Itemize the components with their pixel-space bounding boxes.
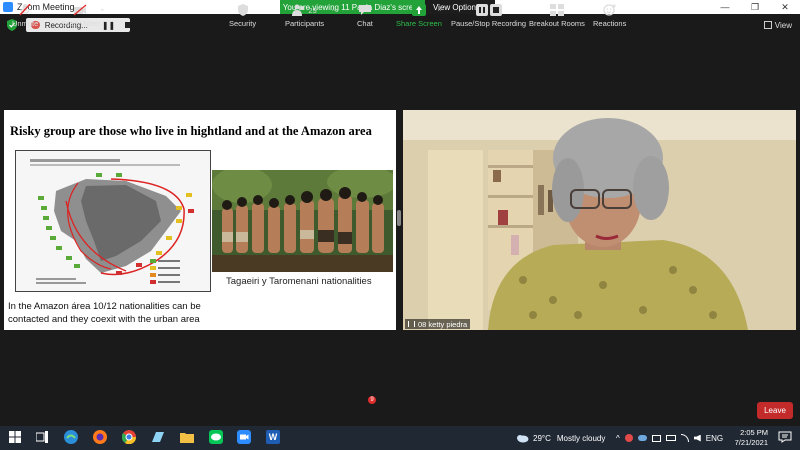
video-off-icon — [74, 4, 87, 16]
video-options-caret[interactable]: ^ — [101, 9, 104, 15]
notifications-icon[interactable] — [778, 431, 792, 443]
notes-app-icon[interactable] — [151, 431, 165, 443]
group-photo-illustration — [212, 170, 393, 272]
meeting-toolbar — [0, 393, 800, 426]
maximize-button[interactable]: ❐ — [740, 0, 770, 14]
participant-name-tag: 08 ketty piedra — [405, 319, 471, 329]
speaker-video-tile[interactable]: 08 ketty piedra — [403, 110, 796, 330]
taskbar-clock[interactable]: 2:05 PM 7/21/2021 — [735, 428, 768, 448]
battery-icon[interactable] — [665, 435, 676, 441]
window-controls: — ❐ ✕ — [710, 0, 800, 14]
muted-microphone-icon — [19, 4, 31, 16]
participants-options-caret[interactable]: ^ — [332, 9, 335, 15]
participant-name: 08 ketty piedra — [418, 319, 468, 329]
participants-icon-group: 29 — [288, 4, 322, 16]
reactions-label: Reactions — [593, 19, 627, 28]
share-screen-icon — [411, 4, 426, 16]
chat-unread-badge: 9 — [368, 396, 376, 404]
system-tray: ^ ENG — [616, 426, 723, 450]
pause-stop-recording-button[interactable]: Pause/Stop Recording — [451, 4, 526, 28]
security-button[interactable]: Security — [229, 4, 256, 28]
stop-recording-icon[interactable] — [125, 22, 130, 28]
line-app-icon[interactable] — [209, 430, 223, 444]
gallery-grid-icon — [763, 21, 772, 29]
minimize-button[interactable]: — — [710, 0, 740, 14]
breakout-rooms-button[interactable]: Breakout Rooms — [529, 4, 585, 28]
wifi-icon[interactable] — [680, 434, 689, 442]
leave-meeting-button[interactable]: Leave — [757, 402, 793, 419]
stop-icon — [489, 4, 502, 16]
edge-browser-icon[interactable] — [64, 430, 78, 444]
network-monitor-icon[interactable] — [651, 434, 661, 442]
weather-temperature: 29°C — [533, 433, 551, 443]
cloud-weather-icon — [517, 435, 529, 443]
weather-description: Mostly cloudy — [556, 433, 606, 443]
map-illustration — [16, 151, 210, 291]
view-button-label: View — [774, 20, 792, 30]
chat-button[interactable]: Chat — [357, 4, 373, 28]
pause-icon — [475, 4, 488, 16]
photo-caption: Tagaeiri y Taromenani nationalities — [226, 276, 372, 287]
start-video-label: Start Video — [62, 19, 99, 28]
zoom-taskbar-icon[interactable] — [237, 430, 251, 444]
speaker-volume-icon[interactable] — [693, 434, 701, 442]
chat-bubble-icon — [358, 5, 371, 15]
indigenous-group-photo — [212, 170, 393, 272]
recording-controls-icon — [475, 4, 503, 16]
share-screen-label: Share Screen — [396, 19, 442, 28]
share-screen-button[interactable]: Share Screen — [396, 4, 442, 28]
firefox-icon[interactable] — [93, 430, 107, 444]
unmute-label: Unmute — [12, 19, 39, 28]
slide-body-text: In the Amazon área 10/12 nationalities c… — [8, 301, 201, 325]
people-icon — [292, 4, 305, 16]
participants-button[interactable]: 29 Participants — [285, 4, 324, 28]
breakout-rooms-icon — [549, 4, 564, 16]
share-options-caret[interactable]: ^ — [438, 9, 441, 15]
onedrive-cloud-icon[interactable] — [637, 435, 647, 441]
antivirus-tray-icon[interactable] — [624, 434, 633, 442]
participants-label: Participants — [285, 19, 325, 28]
breakout-rooms-label: Breakout Rooms — [529, 19, 585, 28]
split-view-handle[interactable] — [397, 210, 401, 226]
participants-count: 29 — [308, 5, 317, 15]
clock-time: 2:05 PM — [740, 428, 768, 437]
input-language[interactable]: ENG — [706, 434, 723, 443]
pause-recording-icon[interactable]: ❚❚ — [102, 21, 115, 30]
file-explorer-icon[interactable] — [180, 431, 194, 443]
signal-bars-icon — [408, 321, 415, 327]
pause-stop-recording-label: Pause/Stop Recording — [451, 19, 527, 28]
reactions-button[interactable]: Reactions — [593, 4, 626, 28]
shared-screen-slide: Risky group are those who live in hightl… — [4, 110, 396, 330]
shield-icon — [237, 4, 248, 16]
word-icon[interactable]: W — [266, 430, 280, 444]
view-button[interactable]: View — [763, 18, 792, 32]
leave-label: Leave — [764, 406, 786, 415]
security-label: Security — [229, 19, 257, 28]
word-icon-letter: W — [268, 432, 278, 442]
close-button[interactable]: ✕ — [770, 0, 800, 14]
unmute-button[interactable]: Unmute — [12, 4, 38, 28]
task-view-icon[interactable] — [36, 431, 48, 443]
smiley-add-icon — [603, 4, 616, 16]
tray-expand-caret[interactable]: ^ — [616, 434, 620, 443]
audio-options-caret[interactable]: ^ — [42, 9, 45, 15]
slide-title: Risky group are those who live in hightl… — [10, 124, 372, 138]
speaker-video-frame — [403, 110, 796, 330]
chrome-icon[interactable] — [122, 430, 136, 444]
clock-date: 7/21/2021 — [734, 438, 768, 447]
start-video-button[interactable]: Start Video — [62, 4, 99, 28]
ecuador-map-image — [15, 150, 211, 292]
chat-label: Chat — [357, 19, 373, 28]
windows-start-icon[interactable] — [9, 431, 21, 443]
weather-widget[interactable]: 29°C Mostly cloudy — [515, 426, 605, 450]
